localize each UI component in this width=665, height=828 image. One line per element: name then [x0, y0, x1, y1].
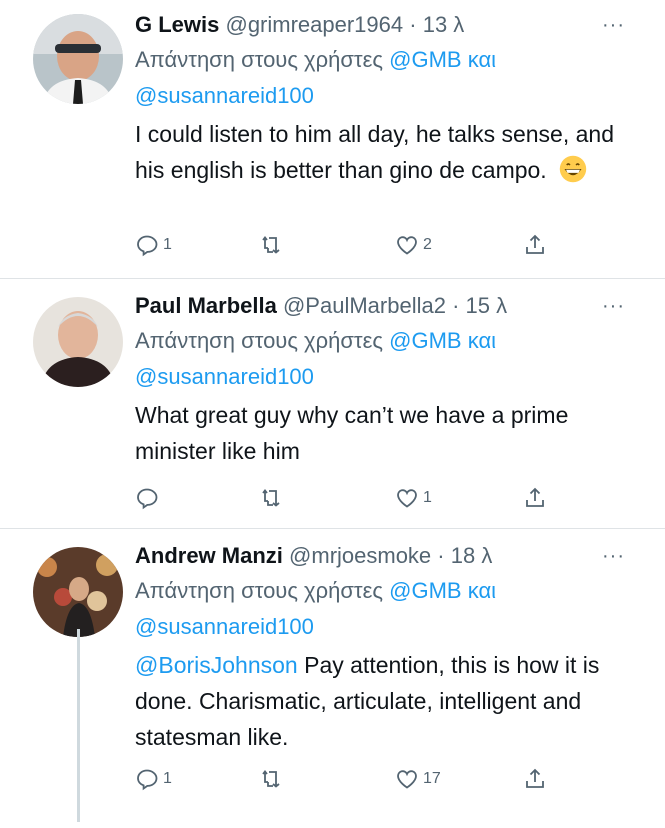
tweet-time[interactable]: · 13 λ — [409, 12, 464, 37]
tweet-text: I could listen to him all day, he talks … — [135, 121, 615, 183]
reply-button[interactable] — [135, 486, 163, 510]
like-button[interactable]: 2 — [395, 233, 432, 257]
display-name[interactable]: Andrew Manzi — [135, 543, 283, 568]
reply-context: Απάντηση στους χρήστες @GMB και @susanna… — [135, 42, 625, 114]
tweet[interactable]: G Lewis @grimreaper1964 · 13 λ ··· Απάντ… — [0, 0, 665, 279]
heart-icon — [397, 489, 417, 508]
reply-button[interactable]: 1 — [135, 767, 172, 791]
share-button[interactable] — [523, 486, 547, 510]
reply-count: 1 — [163, 770, 172, 787]
tweet-text-block: What great guy why can’t we have a prime… — [135, 397, 625, 469]
share-icon — [526, 487, 544, 507]
avatar[interactable] — [33, 547, 123, 637]
reply-prefix: Απάντηση στους χρήστες — [135, 328, 384, 353]
like-count: 1 — [423, 489, 432, 506]
avatar[interactable] — [33, 297, 123, 387]
tweet[interactable]: Paul Marbella @PaulMarbella2 · 15 λ ··· … — [0, 279, 665, 529]
more-options-button[interactable]: ··· — [602, 545, 625, 568]
share-icon — [526, 768, 544, 788]
tweet-actions: 1 2 — [135, 233, 555, 261]
heart-icon — [397, 236, 417, 255]
tweet-time[interactable]: · 18 λ — [437, 543, 492, 568]
reply-button[interactable]: 1 — [135, 233, 172, 257]
tweet-actions: 1 — [135, 486, 555, 514]
user-handle[interactable]: @PaulMarbella2 — [283, 293, 446, 318]
tweet-actions: 1 17 — [135, 767, 555, 795]
reply-context: Απάντηση στους χρήστες @GMB και @susanna… — [135, 573, 625, 645]
reply-prefix: Απάντηση στους χρήστες — [135, 47, 384, 72]
user-handle[interactable]: @mrjoesmoke — [289, 543, 431, 568]
reply-context: Απάντηση στους χρήστες @GMB και @susanna… — [135, 323, 625, 395]
mention-link-borisjohnson[interactable]: @BorisJohnson — [135, 652, 298, 678]
like-button[interactable]: 1 — [395, 486, 432, 510]
mention-link-gmb[interactable]: @GMB — [389, 328, 461, 353]
tweet-time[interactable]: · 15 λ — [452, 293, 507, 318]
like-count: 17 — [423, 770, 441, 787]
retweet-icon — [262, 236, 280, 254]
tweet-header: Paul Marbella @PaulMarbella2 · 15 λ — [135, 291, 625, 321]
avatar-photo — [33, 297, 123, 387]
heart-icon — [397, 770, 417, 789]
avatar[interactable] — [33, 14, 123, 104]
user-handle[interactable]: @grimreaper1964 — [225, 12, 403, 37]
thread-line — [77, 629, 80, 822]
tweet[interactable]: Andrew Manzi @mrjoesmoke · 18 λ ··· Απάν… — [0, 529, 665, 828]
retweet-icon — [262, 770, 280, 788]
display-name[interactable]: Paul Marbella — [135, 293, 277, 318]
grinning-face-emoji — [559, 155, 587, 183]
mention-link-gmb[interactable]: @GMB — [389, 578, 461, 603]
display-name[interactable]: G Lewis — [135, 12, 219, 37]
share-button[interactable] — [523, 767, 547, 791]
reply-prefix: Απάντηση στους χρήστες — [135, 578, 384, 603]
like-count: 2 — [423, 236, 432, 253]
reply-icon — [137, 769, 158, 791]
retweet-button[interactable] — [260, 767, 288, 791]
more-options-button[interactable]: ··· — [602, 295, 625, 318]
reply-icon — [137, 488, 158, 510]
tweet-text: What great guy why can’t we have a prime… — [135, 402, 569, 464]
retweet-button[interactable] — [260, 486, 288, 510]
more-options-button[interactable]: ··· — [602, 14, 625, 37]
retweet-button[interactable] — [260, 233, 288, 257]
reply-icon — [137, 235, 158, 257]
mention-link-susannareid[interactable]: @susannareid100 — [135, 83, 314, 108]
reply-conjunction: και — [467, 578, 497, 603]
tweet-text-block: @BorisJohnson Pay attention, this is how… — [135, 647, 625, 755]
avatar-photo — [33, 547, 123, 637]
share-button[interactable] — [523, 233, 547, 257]
tweet-header: Andrew Manzi @mrjoesmoke · 18 λ — [135, 541, 625, 571]
reply-conjunction: και — [467, 328, 497, 353]
like-button[interactable]: 17 — [395, 767, 441, 791]
mention-link-susannareid[interactable]: @susannareid100 — [135, 364, 314, 389]
share-icon — [526, 234, 544, 254]
mention-link-gmb[interactable]: @GMB — [389, 47, 461, 72]
retweet-icon — [262, 489, 280, 507]
reply-count: 1 — [163, 236, 172, 253]
mention-link-susannareid[interactable]: @susannareid100 — [135, 614, 314, 639]
tweet-header: G Lewis @grimreaper1964 · 13 λ — [135, 10, 625, 40]
tweet-text-block: I could listen to him all day, he talks … — [135, 116, 625, 188]
reply-conjunction: και — [467, 47, 497, 72]
avatar-photo — [33, 14, 123, 104]
